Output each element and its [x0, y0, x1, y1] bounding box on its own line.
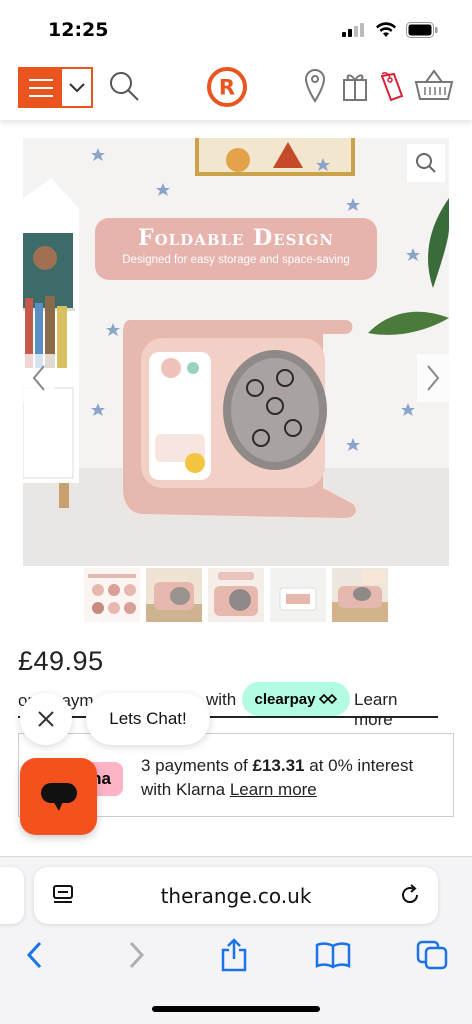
status-bar: 12:25	[0, 0, 472, 58]
gift-icon[interactable]	[342, 70, 368, 107]
clearpay-badge[interactable]: clearpay	[242, 682, 350, 716]
product-price: £49.95	[18, 646, 104, 676]
signal-icon	[342, 23, 364, 37]
banner-title: Foldable Design	[137, 225, 335, 251]
battery-icon	[406, 22, 438, 38]
banner-subtitle: Designed for easy storage and space-savi…	[122, 254, 350, 266]
menu-button[interactable]	[18, 67, 93, 108]
clearpay-with: with	[206, 690, 237, 709]
klarna-amount: £13.31	[252, 756, 305, 775]
back-icon	[26, 941, 42, 969]
browser-toolbar: therange.co.uk	[0, 856, 472, 1024]
chevron-right-icon	[427, 365, 440, 391]
feature-banner: Foldable Design Designed for easy storag…	[95, 218, 377, 280]
gallery-next-button[interactable]	[417, 354, 449, 402]
close-icon	[38, 711, 54, 727]
svg-text:R: R	[219, 76, 235, 100]
clearpay-brand: clearpay	[254, 690, 316, 708]
bookmarks-button[interactable]	[313, 937, 353, 973]
thumbnail[interactable]	[208, 568, 264, 622]
thumbnail-strip	[84, 568, 388, 622]
tabs-button[interactable]	[412, 937, 452, 973]
site-logo[interactable]: R	[206, 66, 248, 113]
forward-button[interactable]	[117, 937, 157, 973]
share-icon	[221, 938, 247, 972]
bookmarks-icon	[315, 942, 351, 969]
chevron-down-icon	[62, 69, 91, 106]
location-pin-icon[interactable]	[303, 68, 327, 109]
chat-bubble[interactable]: Lets Chat!	[86, 693, 210, 745]
address-bar[interactable]: therange.co.uk	[34, 867, 438, 924]
status-icons	[342, 22, 438, 38]
status-time: 12:25	[48, 19, 109, 41]
hamburger-icon	[20, 69, 62, 106]
search-icon[interactable]	[108, 70, 140, 107]
clearpay-row: or 4 paym with clearpay Learn more	[18, 682, 438, 729]
klarna-text: 3 payments of £13.31 at 0% interest with…	[141, 754, 441, 802]
clearpay-arrows-icon	[319, 693, 338, 705]
thumbnail[interactable]	[84, 568, 140, 622]
gallery-prev-button[interactable]	[23, 354, 55, 402]
chevron-left-icon	[32, 365, 45, 391]
basket-icon[interactable]	[414, 68, 454, 107]
zoom-icon	[416, 153, 436, 173]
site-header: R	[0, 58, 472, 120]
forward-icon	[129, 941, 145, 969]
home-indicator	[152, 1006, 320, 1012]
reload-icon[interactable]	[398, 883, 422, 912]
chat-icon	[40, 782, 77, 811]
share-button[interactable]	[214, 937, 254, 973]
product-image	[23, 138, 449, 566]
clearpay-learn-more-link[interactable]: Learn more	[354, 690, 438, 730]
previous-tab-preview[interactable]	[0, 867, 24, 924]
url-text: therange.co.uk	[160, 884, 312, 908]
tabs-icon	[416, 940, 448, 970]
thumbnail[interactable]	[146, 568, 202, 622]
tag-icon[interactable]	[376, 70, 406, 109]
klarna-learn-more-link[interactable]: Learn more	[230, 780, 317, 799]
zoom-button[interactable]	[407, 144, 445, 182]
klarna-pre: 3 payments of	[141, 756, 253, 775]
wifi-icon	[376, 22, 396, 37]
product-gallery[interactable]: Foldable Design Designed for easy storag…	[23, 138, 449, 566]
thumbnail[interactable]	[270, 568, 326, 622]
chat-launcher-button[interactable]	[20, 758, 97, 835]
back-button[interactable]	[14, 937, 54, 973]
chat-close-button[interactable]	[20, 693, 72, 745]
thumbnail[interactable]	[332, 568, 388, 622]
